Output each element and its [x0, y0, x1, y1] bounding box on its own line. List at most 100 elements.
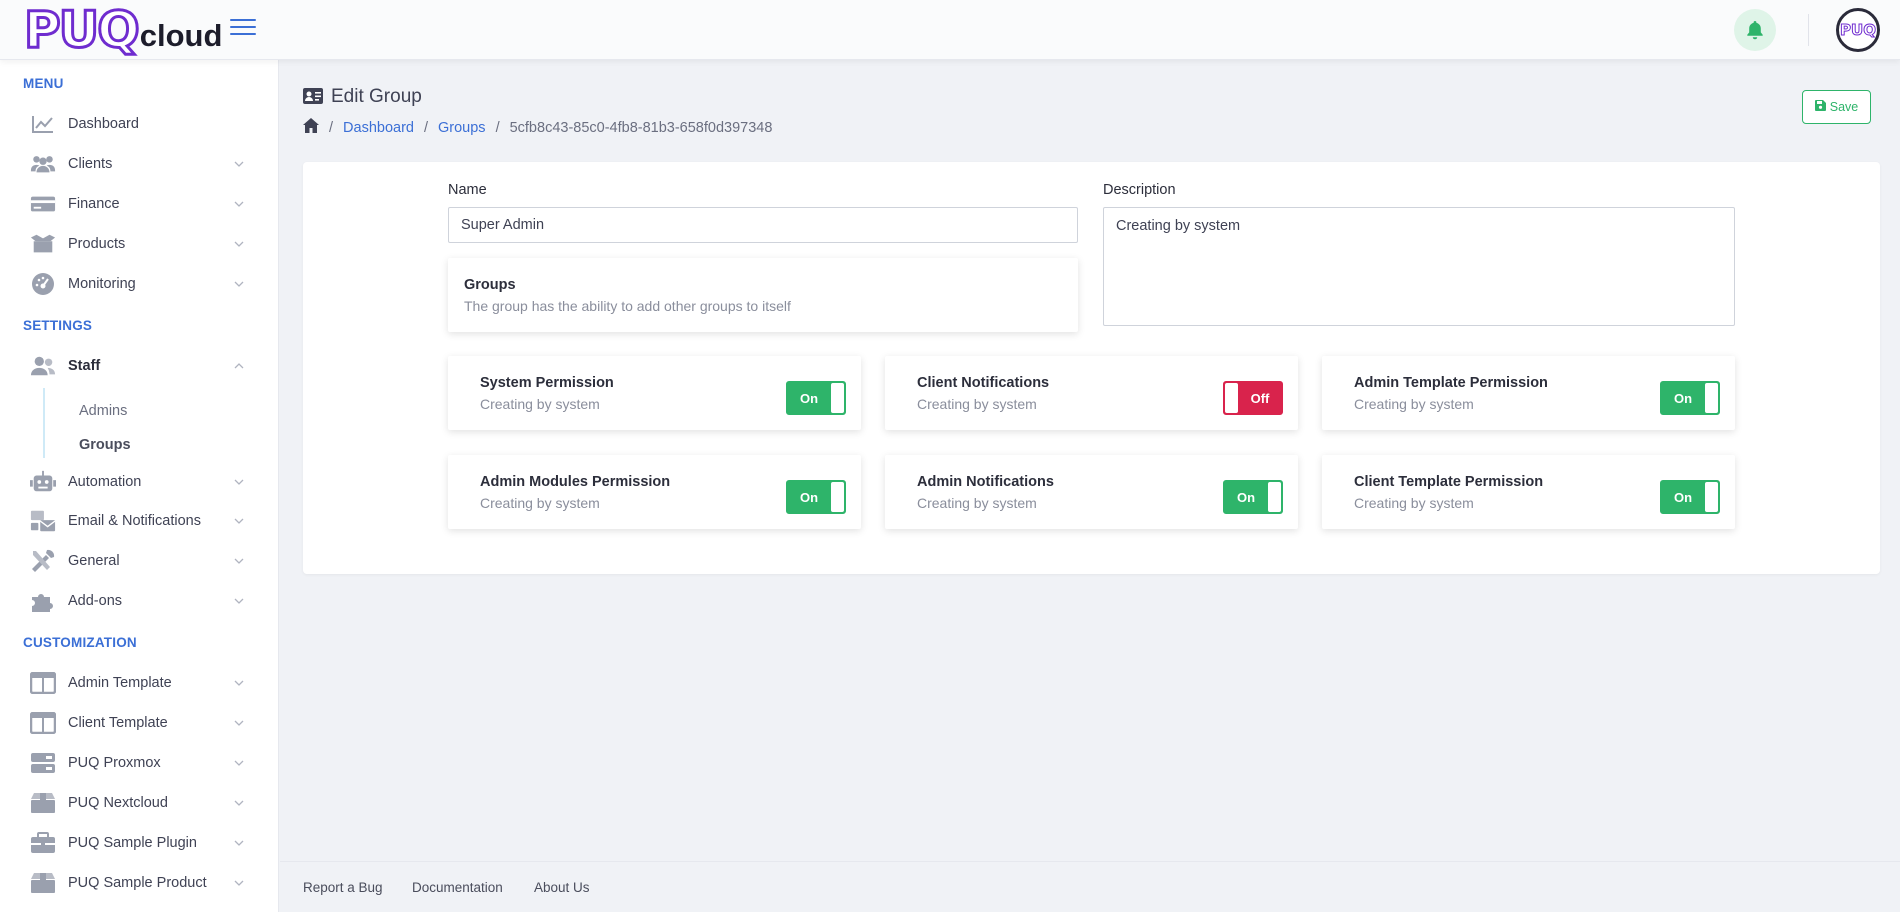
breadcrumb-separator: / — [329, 119, 334, 136]
users-icon — [30, 153, 56, 175]
toggle-state-label: On — [799, 489, 819, 505]
sidebar-item-staff[interactable]: Staff — [30, 350, 245, 382]
toggle-knob — [1705, 383, 1718, 413]
permission-toggle[interactable]: On — [786, 480, 846, 514]
breadcrumb-current: 5cfb8c43-85c0-4fb8-81b3-658f0d397348 — [509, 119, 773, 136]
permission-title: Client Template Permission — [1354, 474, 1544, 490]
permission-card: Client Notifications Creating by system … — [885, 356, 1298, 430]
toggle-knob — [831, 383, 844, 413]
sidebar-item-admin-template[interactable]: Admin Template — [30, 667, 245, 699]
logo-cloud-text: cloud — [139, 18, 223, 53]
sidebar-item-label: Client Template — [68, 715, 168, 731]
brand-logo[interactable]: PUQ cloud — [23, 1, 223, 59]
sidebar-item-puq-proxmox[interactable]: PUQ Proxmox — [30, 747, 245, 779]
toggle-state-label: On — [1673, 489, 1693, 505]
report-bug-link[interactable]: Report a Bug — [303, 880, 383, 895]
groups-option-title: Groups — [464, 277, 516, 293]
box-icon — [30, 872, 56, 894]
sidebar-item-label: Add-ons — [68, 593, 123, 609]
permission-description: Creating by system — [1354, 396, 1474, 412]
sidebar-item-finance[interactable]: Finance — [30, 188, 245, 220]
toggle-state-label: On — [1236, 489, 1256, 505]
permission-toggle[interactable]: Off — [1223, 381, 1283, 415]
name-input[interactable] — [448, 207, 1078, 243]
permission-card: Client Template Permission Creating by s… — [1322, 455, 1735, 529]
gauge-icon — [30, 273, 56, 295]
permission-title: Client Notifications — [917, 375, 1050, 391]
permission-title: Admin Template Permission — [1354, 375, 1548, 391]
briefcase-icon — [30, 832, 56, 854]
sidebar-section-menu: MENU — [23, 76, 64, 91]
top-header: PUQ cloud PUQ — [0, 0, 1900, 60]
sidebar-item-puq-sample-plugin[interactable]: PUQ Sample Plugin — [30, 827, 245, 859]
user-group-icon — [30, 355, 56, 377]
mail-bulk-icon — [30, 510, 56, 532]
documentation-link[interactable]: Documentation — [412, 880, 503, 895]
box-open-icon — [30, 233, 56, 255]
sidebar-item-label: PUQ Sample Product — [68, 875, 207, 891]
sidebar-item-puq-nextcloud[interactable]: PUQ Nextcloud — [30, 787, 245, 819]
layout-icon — [30, 672, 56, 694]
page-footer: Report a Bug Documentation About Us — [280, 861, 1900, 912]
sidebar-item-label: PUQ Proxmox — [68, 755, 161, 771]
sidebar-section-customization: CUSTOMIZATION — [23, 635, 137, 650]
about-us-link[interactable]: About Us — [534, 880, 590, 895]
permission-card: Admin Notifications Creating by system O… — [885, 455, 1298, 529]
user-avatar[interactable]: PUQ — [1836, 8, 1880, 52]
credit-card-icon — [30, 193, 56, 215]
logo-puq-text: PUQ — [23, 1, 142, 59]
sidebar-item-clients[interactable]: Clients — [30, 148, 245, 180]
sidebar-item-label: PUQ Nextcloud — [68, 795, 168, 811]
sidebar-item-automation[interactable]: Automation — [30, 466, 245, 498]
save-button-label: Save — [1829, 100, 1859, 114]
layout-icon — [30, 712, 56, 734]
permission-title: Admin Modules Permission — [480, 474, 671, 490]
toggle-knob — [1225, 383, 1238, 413]
box-icon — [30, 792, 56, 814]
floppy-disk-icon — [1814, 100, 1826, 114]
name-label: Name — [448, 182, 487, 198]
chevron-down-icon — [233, 555, 245, 567]
puzzle-icon — [30, 590, 56, 612]
notifications-bell-icon[interactable] — [1734, 9, 1776, 51]
sidebar-item-client-template[interactable]: Client Template — [30, 707, 245, 739]
chevron-down-icon — [233, 877, 245, 889]
breadcrumb: / Dashboard / Groups / 5cfb8c43-85c0-4fb… — [303, 118, 772, 137]
groups-option-card[interactable]: Groups The group has the ability to add … — [448, 258, 1078, 332]
sidebar-item-monitoring[interactable]: Monitoring — [30, 268, 245, 300]
sidebar-item-label: PUQ Sample Plugin — [68, 835, 197, 851]
chevron-down-icon — [233, 757, 245, 769]
description-textarea[interactable]: Creating by system — [1103, 207, 1735, 326]
sidebar-item-products[interactable]: Products — [30, 228, 245, 260]
hamburger-menu-icon[interactable] — [230, 19, 256, 39]
description-label: Description — [1103, 182, 1176, 198]
sidebar-subitem-groups[interactable]: Groups — [79, 437, 131, 453]
sidebar-item-label: Finance — [68, 196, 120, 212]
permission-toggle[interactable]: On — [1660, 381, 1720, 415]
permission-title: System Permission — [480, 375, 614, 391]
sidebar-item-label: Staff — [68, 358, 101, 374]
chevron-down-icon — [233, 515, 245, 527]
breadcrumb-groups-link[interactable]: Groups — [438, 120, 486, 136]
permission-toggle[interactable]: On — [1223, 480, 1283, 514]
sidebar-item-addons[interactable]: Add-ons — [30, 585, 245, 617]
breadcrumb-dashboard-link[interactable]: Dashboard — [343, 120, 414, 136]
sidebar-item-general[interactable]: General — [30, 545, 245, 577]
sidebar-item-label: Automation — [68, 474, 142, 490]
permission-card: System Permission Creating by system On — [448, 356, 861, 430]
permission-description: Creating by system — [917, 396, 1037, 412]
sidebar-subitem-admins[interactable]: Admins — [79, 403, 127, 419]
sidebar-item-label: Email & Notifications — [68, 513, 201, 529]
permission-toggle[interactable]: On — [1660, 480, 1720, 514]
sidebar-item-label: Admin Template — [68, 675, 172, 691]
toggle-state-label: On — [799, 390, 819, 406]
permission-toggle[interactable]: On — [786, 381, 846, 415]
save-button[interactable]: Save — [1802, 90, 1871, 124]
permission-description: Creating by system — [480, 495, 600, 511]
sidebar-item-email-notifications[interactable]: Email & Notifications — [30, 505, 245, 537]
sidebar-section-settings: SETTINGS — [23, 318, 93, 333]
home-icon[interactable] — [303, 118, 319, 137]
sidebar-item-puq-sample-product[interactable]: PUQ Sample Product — [30, 867, 245, 899]
sidebar-item-dashboard[interactable]: Dashboard — [30, 108, 245, 140]
chevron-down-icon — [233, 158, 245, 170]
